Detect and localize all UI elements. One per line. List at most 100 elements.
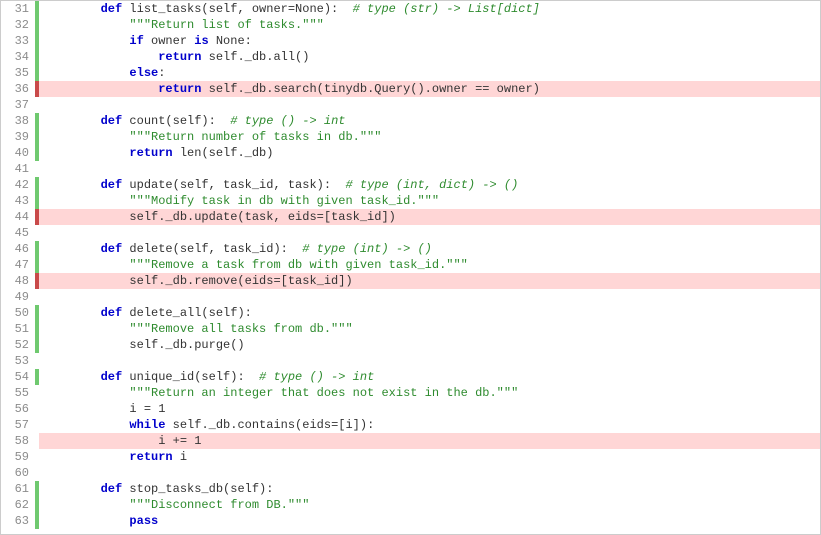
code-content[interactable]: """Disconnect from DB.""" (39, 497, 820, 513)
code-line[interactable]: 33 if owner is None: (1, 33, 820, 49)
code-line[interactable]: 49 (1, 289, 820, 305)
code-content[interactable]: return self._db.search(tinydb.Query().ow… (39, 81, 820, 97)
code-token (43, 386, 129, 400)
code-line[interactable]: 63 pass (1, 513, 820, 529)
code-content[interactable]: self._db.remove(eids=[task_id]) (39, 273, 820, 289)
code-token: def (101, 482, 123, 496)
code-token (43, 178, 101, 192)
code-line[interactable]: 50 def delete_all(self): (1, 305, 820, 321)
line-number: 59 (1, 449, 35, 465)
code-content[interactable] (39, 97, 820, 113)
code-content[interactable]: while self._db.contains(eids=[i]): (39, 417, 820, 433)
code-token (43, 130, 129, 144)
code-line[interactable]: 48 self._db.remove(eids=[task_id]) (1, 273, 820, 289)
code-token: """Return list of tasks.""" (129, 18, 323, 32)
code-content[interactable]: """Return number of tasks in db.""" (39, 129, 820, 145)
code-line[interactable]: 38 def count(self): # type () -> int (1, 113, 820, 129)
code-content[interactable]: """Remove a task from db with given task… (39, 257, 820, 273)
line-number: 35 (1, 65, 35, 81)
code-token: """Return number of tasks in db.""" (129, 130, 381, 144)
code-line[interactable]: 54 def unique_id(self): # type () -> int (1, 369, 820, 385)
line-number: 44 (1, 209, 35, 225)
line-number: 43 (1, 193, 35, 209)
code-token: def (101, 306, 123, 320)
code-token: delete(self, task_id): (122, 242, 302, 256)
code-content[interactable]: def unique_id(self): # type () -> int (39, 369, 820, 385)
code-line[interactable]: 52 self._db.purge() (1, 337, 820, 353)
code-content[interactable]: self._db.purge() (39, 337, 820, 353)
code-token: stop_tasks_db(self): (122, 482, 273, 496)
code-content[interactable]: return i (39, 449, 820, 465)
code-line[interactable]: 59 return i (1, 449, 820, 465)
code-line[interactable]: 34 return self._db.all() (1, 49, 820, 65)
code-token: owner (144, 34, 194, 48)
code-line[interactable]: 51 """Remove all tasks from db.""" (1, 321, 820, 337)
code-line[interactable]: 42 def update(self, task_id, task): # ty… (1, 177, 820, 193)
code-token: """Modify task in db with given task_id.… (129, 194, 439, 208)
code-content[interactable]: """Remove all tasks from db.""" (39, 321, 820, 337)
code-content[interactable]: def stop_tasks_db(self): (39, 481, 820, 497)
code-content[interactable]: """Return list of tasks.""" (39, 17, 820, 33)
code-line[interactable]: 32 """Return list of tasks.""" (1, 17, 820, 33)
code-token: """Return an integer that does not exist… (129, 386, 518, 400)
code-content[interactable]: i = 1 (39, 401, 820, 417)
code-content[interactable]: self._db.update(task, eids=[task_id]) (39, 209, 820, 225)
line-number: 61 (1, 481, 35, 497)
code-content[interactable]: def list_tasks(self, owner=None): # type… (39, 1, 820, 17)
code-token: # type (int) -> () (302, 242, 432, 256)
code-content[interactable]: def delete(self, task_id): # type (int) … (39, 241, 820, 257)
line-number: 36 (1, 81, 35, 97)
code-line[interactable]: 36 return self._db.search(tinydb.Query()… (1, 81, 820, 97)
code-line[interactable]: 37 (1, 97, 820, 113)
code-line[interactable]: 56 i = 1 (1, 401, 820, 417)
code-token: # type () -> int (230, 114, 345, 128)
code-content[interactable] (39, 161, 820, 177)
code-content[interactable] (39, 465, 820, 481)
code-content[interactable]: i += 1 (39, 433, 820, 449)
code-line[interactable]: 57 while self._db.contains(eids=[i]): (1, 417, 820, 433)
code-line[interactable]: 60 (1, 465, 820, 481)
code-content[interactable]: """Modify task in db with given task_id.… (39, 193, 820, 209)
code-content[interactable]: """Return an integer that does not exist… (39, 385, 820, 401)
code-editor[interactable]: 31 def list_tasks(self, owner=None): # t… (0, 0, 821, 535)
code-token (43, 194, 129, 208)
code-line[interactable]: 61 def stop_tasks_db(self): (1, 481, 820, 497)
code-content[interactable]: if owner is None: (39, 33, 820, 49)
code-content[interactable]: def count(self): # type () -> int (39, 113, 820, 129)
code-line[interactable]: 41 (1, 161, 820, 177)
code-token: len(self._db) (173, 146, 274, 160)
code-token: list_tasks(self, owner=None): (122, 2, 352, 16)
code-line[interactable]: 46 def delete(self, task_id): # type (in… (1, 241, 820, 257)
code-line[interactable]: 58 i += 1 (1, 433, 820, 449)
code-content[interactable]: else: (39, 65, 820, 81)
code-token: self._db.purge() (43, 338, 245, 352)
code-content[interactable] (39, 225, 820, 241)
code-line[interactable]: 40 return len(self._db) (1, 145, 820, 161)
code-content[interactable]: pass (39, 513, 820, 529)
code-token: i += 1 (43, 434, 201, 448)
code-token: self._db.contains(eids=[i]): (165, 418, 374, 432)
code-content[interactable]: return len(self._db) (39, 145, 820, 161)
code-line[interactable]: 44 self._db.update(task, eids=[task_id]) (1, 209, 820, 225)
line-number: 32 (1, 17, 35, 33)
code-line[interactable]: 53 (1, 353, 820, 369)
code-line[interactable]: 47 """Remove a task from db with given t… (1, 257, 820, 273)
code-line[interactable]: 62 """Disconnect from DB.""" (1, 497, 820, 513)
line-number: 50 (1, 305, 35, 321)
code-token (43, 450, 129, 464)
code-content[interactable] (39, 353, 820, 369)
code-token: delete_all(self): (122, 306, 252, 320)
code-token (43, 498, 129, 512)
code-token: return (158, 50, 201, 64)
code-line[interactable]: 55 """Return an integer that does not ex… (1, 385, 820, 401)
code-line[interactable]: 39 """Return number of tasks in db.""" (1, 129, 820, 145)
code-line[interactable]: 43 """Modify task in db with given task_… (1, 193, 820, 209)
code-line[interactable]: 35 else: (1, 65, 820, 81)
code-content[interactable] (39, 289, 820, 305)
code-content[interactable]: def delete_all(self): (39, 305, 820, 321)
code-token: else (129, 66, 158, 80)
code-line[interactable]: 31 def list_tasks(self, owner=None): # t… (1, 1, 820, 17)
code-content[interactable]: def update(self, task_id, task): # type … (39, 177, 820, 193)
code-line[interactable]: 45 (1, 225, 820, 241)
code-content[interactable]: return self._db.all() (39, 49, 820, 65)
